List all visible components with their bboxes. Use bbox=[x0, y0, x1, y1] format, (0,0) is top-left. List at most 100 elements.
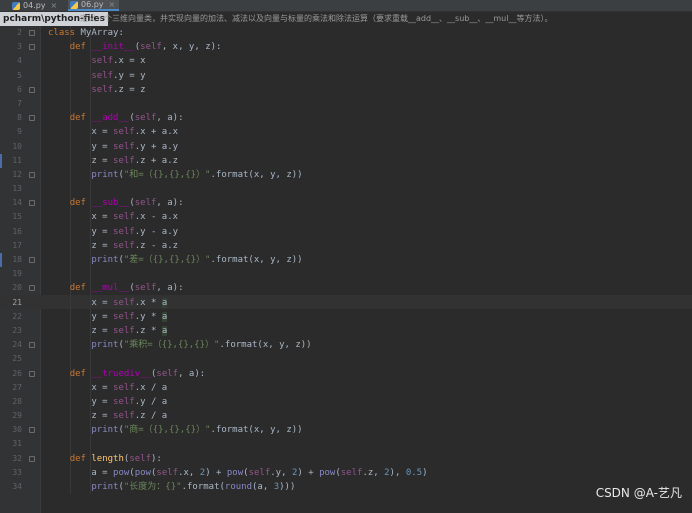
indent-guide bbox=[70, 352, 71, 367]
fold-marker-icon[interactable] bbox=[29, 86, 35, 93]
code-text: def __sub__(self, a): bbox=[69, 198, 184, 209]
code-text: z = self.z / a bbox=[48, 411, 168, 422]
code-line[interactable]: 30 print("商=（{},{},{}）".format(x, y, z)) bbox=[0, 423, 692, 438]
python-file-icon bbox=[70, 0, 78, 9]
line-number: 6 bbox=[17, 84, 22, 94]
code-line[interactable]: 18 print("差=（{},{},{}）".format(x, y, z)) bbox=[0, 253, 692, 268]
code-line[interactable]: 32 def length(self): bbox=[0, 451, 692, 466]
indent-guide bbox=[90, 182, 91, 197]
code-line[interactable]: 14 def __sub__(self, a): bbox=[0, 196, 692, 211]
line-number: 33 bbox=[12, 467, 22, 477]
fold-marker-icon[interactable] bbox=[29, 171, 35, 178]
code-text: print("差=（{},{},{}）".format(x, y, z)) bbox=[91, 255, 303, 265]
code-line[interactable]: 16 y = self.y - a.y bbox=[0, 224, 692, 239]
code-text: def __truediv__(self, a): bbox=[69, 368, 206, 379]
code-line[interactable]: 2 class MyArray: bbox=[0, 26, 692, 41]
code-line[interactable]: 8 def __add__(self, a): bbox=[0, 111, 692, 126]
line-number: 9 bbox=[17, 127, 22, 137]
fold-marker-icon[interactable] bbox=[29, 257, 35, 263]
code-line[interactable]: 26 def __truediv__(self, a): bbox=[0, 366, 692, 381]
code-text: def length(self): bbox=[69, 453, 162, 464]
line-number: 7 bbox=[17, 98, 22, 108]
code-text: def __init__(self, x, y, z): bbox=[69, 42, 222, 53]
tab-04-py[interactable]: 04.py × bbox=[10, 0, 61, 11]
code-editor[interactable]: 2 class MyArray: 3 def __init__(self, x, y… bbox=[0, 26, 692, 495]
watermark: CSDN @A-艺凡 bbox=[595, 486, 682, 500]
code-text: def __add__(self, a): bbox=[69, 113, 184, 124]
line-number: 11 bbox=[12, 155, 22, 165]
close-icon[interactable]: × bbox=[51, 1, 58, 10]
code-text: y = self.y / a bbox=[48, 396, 168, 407]
indent-guide bbox=[70, 182, 71, 197]
code-line[interactable]: 20 def __mul__(self, a): bbox=[0, 281, 692, 296]
code-line[interactable]: 22 y = self.y * a bbox=[0, 309, 692, 324]
line-number: 8 bbox=[17, 113, 22, 123]
tab-label: 04.py bbox=[23, 1, 46, 10]
line-number: 30 bbox=[12, 425, 22, 435]
fold-marker-icon[interactable] bbox=[29, 285, 35, 292]
line-number: 18 bbox=[12, 255, 22, 264]
line-number: 4 bbox=[17, 56, 22, 66]
code-line[interactable]: 5 self.y = y bbox=[0, 68, 692, 83]
code-text: self.y = y bbox=[91, 70, 146, 81]
task-description-comment: 定义一个三维向量类，并实现向量的加法、减法以及向量与标量的乘法和除法运算（要求重… bbox=[80, 14, 553, 23]
code-text: x = self.x / a bbox=[48, 382, 168, 393]
line-number: 32 bbox=[12, 453, 22, 463]
fold-marker-icon[interactable] bbox=[29, 115, 35, 122]
indent-guide bbox=[90, 437, 91, 452]
code-line[interactable]: 23 z = self.z * a bbox=[0, 323, 692, 339]
line-number: 15 bbox=[12, 212, 22, 222]
line-number: 17 bbox=[12, 240, 22, 250]
code-text: y = self.y * a bbox=[48, 311, 168, 322]
code-line[interactable]: 7 bbox=[0, 96, 692, 112]
line-number: 31 bbox=[12, 439, 22, 449]
fold-marker-icon[interactable] bbox=[29, 427, 35, 434]
code-text: a = pow(pow(self.x, 2) + pow(self.y, 2) … bbox=[48, 467, 428, 478]
tab-label: 06.py bbox=[81, 0, 104, 9]
code-text: y = self.y + a.y bbox=[48, 141, 179, 152]
code-line[interactable]: 21 x = self.x * a bbox=[0, 295, 692, 310]
code-line[interactable]: 29 z = self.z / a bbox=[0, 409, 692, 424]
code-text: x = self.x * a bbox=[48, 297, 168, 308]
code-line[interactable]: 19 bbox=[0, 267, 692, 282]
code-line[interactable]: 10 y = self.y + a.y bbox=[0, 139, 692, 154]
indent-guide bbox=[70, 96, 71, 112]
code-line[interactable]: 17 z = self.z - a.z bbox=[0, 238, 692, 253]
code-text: print("商=（{},{},{}）".format(x, y, z)) bbox=[91, 425, 303, 436]
fold-marker-icon[interactable] bbox=[29, 342, 35, 349]
code-line[interactable]: 34 print("长度为：{}".format(round(a, 3))) bbox=[0, 480, 692, 495]
fold-marker-icon[interactable] bbox=[29, 455, 35, 462]
code-line[interactable]: 27 x = self.x / a bbox=[0, 380, 692, 395]
code-line[interactable]: 31 bbox=[0, 437, 692, 452]
code-line[interactable]: 4 self.x = x bbox=[0, 54, 692, 69]
code-line[interactable]: 12 print("和=（{},{},{}）".format(x, y, z)) bbox=[0, 167, 692, 183]
line-number: 14 bbox=[12, 198, 22, 208]
line-number: 12 bbox=[12, 169, 22, 179]
fold-marker-icon[interactable] bbox=[29, 30, 35, 36]
fold-marker-icon[interactable] bbox=[29, 200, 35, 207]
code-line[interactable]: 6 self.z = z bbox=[0, 82, 692, 97]
code-line[interactable]: 9 x = self.x + a.x bbox=[0, 125, 692, 140]
editor-tab-bar: 04.py × 06.py × bbox=[0, 0, 692, 12]
line-number: 19 bbox=[12, 269, 22, 279]
python-file-icon bbox=[12, 1, 20, 10]
line-number: 20 bbox=[12, 283, 22, 293]
code-line[interactable]: 13 bbox=[0, 182, 692, 197]
code-line[interactable]: 3 def __init__(self, x, y, z): bbox=[0, 40, 692, 55]
code-line[interactable]: 15 x = self.x - a.x bbox=[0, 210, 692, 225]
tab-06-py[interactable]: 06.py × bbox=[68, 0, 120, 11]
line-number: 22 bbox=[12, 311, 22, 321]
code-line[interactable]: 25 bbox=[0, 352, 692, 367]
line-number: 27 bbox=[12, 382, 22, 392]
code-text: z = self.z + a.z bbox=[48, 155, 179, 166]
code-line[interactable]: 24 print("乘积=（{},{},{}）".format(x, y, z)… bbox=[0, 338, 692, 353]
code-line[interactable]: 33 a = pow(pow(self.x, 2) + pow(self.y, … bbox=[0, 465, 692, 480]
close-icon[interactable]: × bbox=[109, 0, 116, 9]
fold-marker-icon[interactable] bbox=[29, 370, 35, 377]
code-text: def __mul__(self, a): bbox=[69, 283, 184, 294]
code-text: class MyArray: bbox=[48, 28, 124, 38]
fold-marker-icon[interactable] bbox=[29, 44, 35, 51]
code-line[interactable]: 28 y = self.y / a bbox=[0, 394, 692, 410]
line-number: 5 bbox=[17, 70, 22, 80]
code-line[interactable]: 11 z = self.z + a.z bbox=[0, 153, 692, 168]
